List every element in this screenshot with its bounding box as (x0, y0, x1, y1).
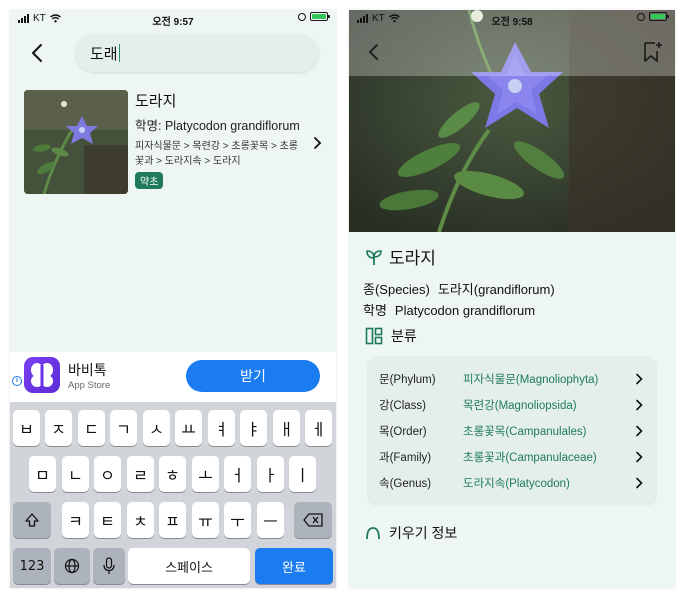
key[interactable]: ㅇ (94, 456, 121, 492)
key[interactable]: ㅐ (273, 410, 300, 446)
plant-thumbnail (24, 90, 128, 194)
key[interactable]: ㅗ (192, 456, 219, 492)
search-input[interactable]: 도래 (76, 34, 318, 72)
rotation-lock-icon (298, 12, 306, 21)
search-result-item[interactable]: 도라지 학명: Platycodon grandiflorum 피자식물문 > … (24, 90, 326, 200)
plant-name: 도라지 (135, 93, 177, 110)
done-key[interactable]: 완료 (255, 548, 333, 584)
numbers-key[interactable]: 123 (13, 548, 51, 584)
growing-info-section-title: 키우기 정보 (365, 526, 457, 540)
key[interactable]: ㅋ (62, 502, 89, 538)
key[interactable]: ㅊ (127, 502, 154, 538)
key[interactable]: ㄹ (127, 456, 154, 492)
backspace-icon (303, 513, 323, 527)
search-screen: KT 오전 9:57 도래 도라지 학명: Platycodon grandif… (10, 10, 336, 588)
globe-icon (64, 558, 80, 574)
taxonomy-row-genus[interactable]: 속(Genus) 도라지속(Platycodon) (367, 470, 657, 496)
species-line: 종(Species) 도라지(grandiflorum) (363, 279, 555, 298)
back-arrow-icon[interactable] (365, 42, 383, 62)
ad-subtitle: App Store (68, 380, 111, 391)
rotation-lock-icon (637, 12, 645, 21)
key[interactable]: ㅓ (224, 456, 251, 492)
key[interactable]: ㅛ (175, 410, 202, 446)
key[interactable]: ㅍ (159, 502, 186, 538)
ad-title: 바비톡 (68, 362, 107, 378)
shift-key[interactable] (13, 502, 51, 538)
screenshot-canvas: KT 오전 9:57 도래 도라지 학명: Platycodon grandif… (0, 0, 685, 600)
plant-title: 도라지 (389, 249, 436, 268)
chevron-right-icon (636, 477, 643, 489)
shift-arrow-icon (25, 513, 39, 527)
chevron-right-icon (314, 137, 322, 149)
key[interactable]: ㅎ (159, 456, 186, 492)
chevron-right-icon (636, 451, 643, 463)
plant-category-badge: 약초 (135, 171, 164, 189)
back-arrow-icon[interactable] (28, 42, 48, 64)
status-bar: KT 오전 9:57 (10, 10, 336, 28)
ad-info-icon[interactable]: i (12, 376, 22, 386)
chevron-right-icon (636, 399, 643, 411)
key[interactable]: ㅌ (94, 502, 121, 538)
key[interactable]: ㅕ (208, 410, 235, 446)
key[interactable]: ㅂ (13, 410, 40, 446)
ad-banner[interactable]: i 바비톡 App Store 받기 (10, 352, 336, 402)
taxonomy-row-phylum[interactable]: 문(Phylum) 피자식물문(Magnoliophyta) (367, 366, 657, 392)
key[interactable]: ㅠ (192, 502, 219, 538)
text-caret (118, 44, 121, 62)
key[interactable]: ㅡ (257, 502, 284, 538)
mic-key[interactable] (93, 548, 125, 584)
ad-app-icon (24, 357, 60, 393)
plant-title-row: 도라지 (365, 244, 436, 269)
plant-hero-image (349, 10, 675, 232)
bookmark-add-icon[interactable] (641, 40, 663, 64)
plant-scientific-name: 학명: Platycodon grandiflorum (135, 119, 300, 133)
key[interactable]: ㄷ (78, 410, 105, 446)
search-input-value: 도래 (90, 45, 118, 63)
key[interactable]: ㅜ (224, 502, 251, 538)
keyboard-row-3: ㅋ ㅌ ㅊ ㅍ ㅠ ㅜ ㅡ (10, 502, 336, 538)
keyboard-row-1: ㅂ ㅈ ㄷ ㄱ ㅅ ㅛ ㅕ ㅑ ㅐ ㅔ (10, 410, 336, 446)
sprout-icon (366, 249, 382, 265)
chevron-right-icon (636, 373, 643, 385)
species-value: 도라지(grandiflorum) (437, 282, 555, 297)
status-bar: KT 오전 9:58 (349, 10, 675, 28)
microphone-icon (103, 557, 115, 574)
detail-screen: KT 오전 9:58 도라지 종(Species) 도라지(grandifloru… (349, 10, 675, 588)
space-key[interactable]: 스페이스 (128, 548, 250, 584)
backspace-key[interactable] (294, 502, 332, 538)
classification-icon (365, 327, 383, 345)
key[interactable]: ㅣ (289, 456, 316, 492)
classification-section-title: 분류 (365, 326, 417, 346)
keyboard-row-2: ㅁ ㄴ ㅇ ㄹ ㅎ ㅗ ㅓ ㅏ ㅣ (10, 456, 336, 492)
taxonomy-card: 문(Phylum) 피자식물문(Magnoliophyta) 강(Class) … (367, 356, 657, 506)
globe-key[interactable] (54, 548, 90, 584)
keyboard-row-4: 123 스페이스 완료 (10, 548, 336, 584)
scientific-label: 학명 (363, 303, 387, 318)
key[interactable]: ㅈ (45, 410, 72, 446)
ad-get-button[interactable]: 받기 (186, 360, 320, 392)
scientific-value: Platycodon grandiflorum (394, 303, 536, 318)
battery-icon (310, 12, 330, 21)
key[interactable]: ㅑ (240, 410, 267, 446)
korean-keyboard: ㅂ ㅈ ㄷ ㄱ ㅅ ㅛ ㅕ ㅑ ㅐ ㅔ ㅁ ㄴ ㅇ ㄹ ㅎ ㅗ ㅓ ㅏ ㅣ ㅋ … (10, 402, 336, 588)
scientific-name-line: 학명 Platycodon grandiflorum (363, 300, 535, 319)
key[interactable]: ㅁ (29, 456, 56, 492)
taxonomy-row-order[interactable]: 목(Order) 초롱꽃목(Campanulales) (367, 418, 657, 444)
battery-icon (649, 12, 669, 21)
growing-info-icon (366, 527, 380, 540)
taxonomy-row-family[interactable]: 과(Family) 초롱꽃과(Campanulaceae) (367, 444, 657, 470)
key[interactable]: ㅔ (305, 410, 332, 446)
key[interactable]: ㅏ (257, 456, 284, 492)
status-time: 오전 9:58 (491, 17, 533, 28)
status-time: 오전 9:57 (152, 17, 194, 28)
species-label: 종(Species) (363, 282, 430, 297)
plant-taxonomy-path: 피자식물문 > 목련강 > 초롱꽃목 > 초롱꽃과 > 도라지속 > 도라지 (135, 140, 298, 168)
key[interactable]: ㅅ (143, 410, 170, 446)
taxonomy-row-class[interactable]: 강(Class) 목련강(Magnoliopsida) (367, 392, 657, 418)
key[interactable]: ㄴ (62, 456, 89, 492)
chevron-right-icon (636, 425, 643, 437)
key[interactable]: ㄱ (110, 410, 137, 446)
